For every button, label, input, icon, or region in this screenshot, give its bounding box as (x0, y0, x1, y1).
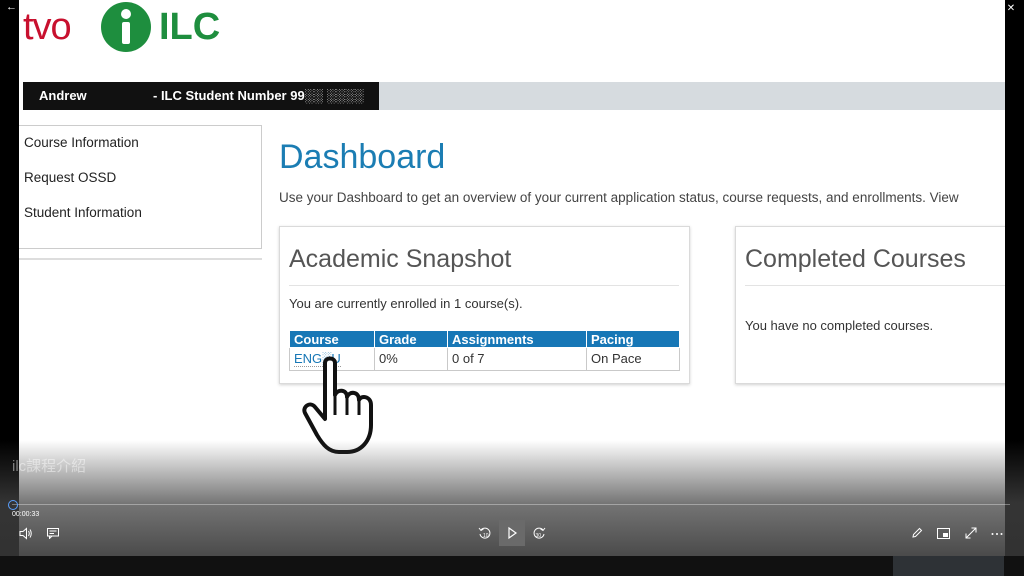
enrollment-summary: You are currently enrolled in 1 course(s… (289, 296, 523, 311)
divider (289, 285, 679, 286)
divider (745, 285, 1005, 286)
seek-handle[interactable] (8, 500, 18, 510)
completed-empty-message: You have no completed courses. (745, 318, 934, 333)
sidebar-nav: Course Information Request OSSD Student … (19, 125, 262, 249)
grade-cell: 0% (374, 347, 448, 371)
more-icon[interactable] (991, 532, 1003, 536)
taskbar-strip-right (893, 556, 1004, 576)
skip-forward-30-icon[interactable]: 30 (532, 526, 546, 540)
taskbar-strip (0, 556, 1024, 576)
pacing-cell: On Pace (586, 347, 680, 371)
logo-ilc-text: ILC (159, 6, 221, 48)
sidebar-item-student-information[interactable]: Student Information (24, 205, 261, 231)
logo-tvo-text: tvo (23, 6, 72, 48)
skip-back-10-icon[interactable]: 10 (478, 526, 492, 540)
svg-text:10: 10 (483, 533, 489, 539)
sidebar-item-course-information[interactable]: Course Information (24, 135, 261, 161)
student-bar: Andrew - ILC Student Number 99░░ ░░░░ (23, 82, 1005, 110)
sidebar-item-request-ossd[interactable]: Request OSSD (24, 170, 261, 196)
completed-title: Completed Courses (745, 245, 966, 273)
video-title: ilc課程介紹 (12, 458, 87, 475)
pen-icon[interactable] (911, 527, 923, 539)
assignments-cell: 0 of 7 (447, 347, 587, 371)
dashboard-intro: Use your Dashboard to get an overview of… (279, 190, 959, 205)
column-header-course: Course (289, 330, 375, 348)
subtitles-icon[interactable] (47, 528, 59, 539)
student-name: Andrew (39, 88, 87, 103)
student-number: - ILC Student Number 99░░ ░░░░ (153, 88, 364, 103)
back-arrow-icon[interactable]: ← (6, 1, 17, 13)
completed-courses-card: Completed Courses You have no completed … (735, 226, 1005, 384)
page-title: Dashboard (279, 138, 446, 176)
column-header-assignments: Assignments (447, 330, 587, 348)
svg-text:30: 30 (536, 533, 542, 539)
table-header-row: Course Grade Assignments Pacing (289, 330, 680, 348)
sidebar-divider (19, 258, 262, 260)
snapshot-title: Academic Snapshot (289, 245, 512, 273)
timecode: 00:00:33 (12, 511, 40, 518)
fullscreen-icon[interactable] (965, 527, 977, 539)
column-header-grade: Grade (374, 330, 448, 348)
student-info: Andrew - ILC Student Number 99░░ ░░░░ (23, 82, 379, 110)
column-header-pacing: Pacing (586, 330, 680, 348)
info-i-icon (101, 2, 151, 52)
seek-bar[interactable] (8, 500, 1010, 510)
volume-icon[interactable] (19, 527, 33, 540)
play-button[interactable] (499, 520, 525, 546)
mini-view-icon[interactable] (937, 528, 950, 539)
play-icon (508, 526, 518, 540)
